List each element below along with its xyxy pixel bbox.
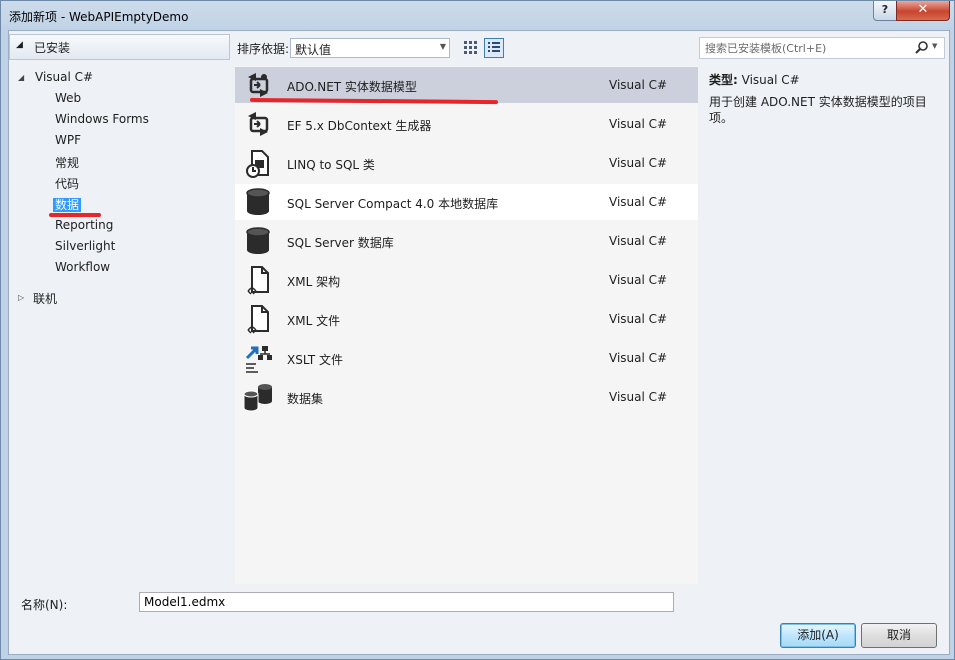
search-options-chevron-icon[interactable]: ▼ [932, 42, 937, 50]
template-item-xml-file[interactable]: XML 文件 Visual C# [235, 301, 698, 337]
template-name: SQL Server Compact 4.0 本地数据库 [287, 197, 499, 211]
sort-dropdown[interactable]: 默认值 ▼ [290, 38, 450, 58]
template-language: Visual C# [609, 195, 668, 209]
sort-toolbar: 排序依据: 默认值 ▼ [235, 35, 699, 61]
installed-header[interactable]: ◢ 已安装 [9, 34, 230, 60]
type-label: 类型: [709, 73, 738, 87]
sort-value: 默认值 [295, 43, 332, 57]
template-list: ADO.NET 实体数据模型 Visual C# EF 5.x DbContex… [235, 66, 698, 584]
title-bar: 添加新项 - WebAPIEmptyDemo ? ✕ [1, 1, 954, 29]
details-pane: 类型: Visual C# 用于创建 ADO.NET 实体数据模型的项目项。 [709, 71, 937, 126]
installed-label: 已安装 [34, 41, 71, 55]
template-language: Visual C# [609, 273, 668, 287]
search-box[interactable]: ▼ [699, 37, 945, 59]
details-view-button[interactable] [484, 38, 504, 58]
template-item-xslt-file[interactable]: XSLT 文件 Visual C# [235, 340, 698, 376]
add-button[interactable]: 添加(A) [780, 623, 856, 648]
template-name: ADO.NET 实体数据模型 [287, 80, 417, 94]
type-value: Visual C# [741, 73, 800, 87]
dbcontext-generator-icon [248, 112, 269, 136]
template-item-dataset[interactable]: 数据集 Visual C# [235, 379, 698, 415]
template-item-ef-dbcontext[interactable]: EF 5.x DbContext 生成器 Visual C# [235, 106, 698, 142]
category-tree: ◢ Visual C# Web Windows Forms WPF 常规 代码 … [18, 70, 149, 306]
name-input[interactable] [139, 592, 674, 612]
sort-label: 排序依据: [237, 42, 290, 56]
xml-schema-icon [247, 266, 269, 295]
template-name: XML 架构 [287, 275, 341, 289]
grid-view-icon [464, 41, 477, 54]
entity-model-icon [248, 73, 269, 97]
name-label: 名称(N): [21, 598, 68, 612]
template-item-sql-server-db[interactable]: SQL Server 数据库 Visual C# [235, 223, 698, 259]
small-icons-view-button[interactable] [461, 38, 479, 56]
tree-item-silverlight[interactable]: Silverlight [55, 239, 115, 253]
tree-item-workflow[interactable]: Workflow [55, 260, 110, 274]
database-icon [246, 188, 270, 215]
template-language: Visual C# [609, 390, 668, 404]
details-type: 类型: Visual C# [709, 71, 937, 88]
expanded-arrow-icon: ◢ [18, 73, 25, 82]
tree-item-data-label: 数据 [53, 198, 82, 212]
red-underline-annotation [49, 213, 101, 217]
linq-to-sql-icon [246, 150, 269, 178]
template-item-xml-schema[interactable]: XML 架构 Visual C# [235, 262, 698, 298]
add-new-item-dialog: 添加新项 - WebAPIEmptyDemo ? ✕ ◢ 已安装 ◢ Visua… [0, 0, 955, 660]
template-name: XSLT 文件 [287, 353, 344, 367]
collapse-triangle-icon: ◢ [16, 40, 23, 50]
template-name: XML 文件 [287, 314, 341, 328]
template-language: Visual C# [609, 117, 668, 131]
tree-item-general[interactable]: 常规 [55, 154, 79, 171]
tree-item-wpf[interactable]: WPF [55, 133, 81, 147]
dataset-icon [243, 384, 272, 412]
help-button[interactable]: ? [873, 1, 897, 21]
tree-item-data[interactable]: 数据 [53, 196, 82, 213]
template-name: SQL Server 数据库 [287, 236, 394, 250]
cancel-button[interactable]: 取消 [861, 623, 937, 648]
template-name: LINQ to SQL 类 [287, 158, 375, 172]
database-icon [246, 227, 270, 254]
window-title: 添加新项 - WebAPIEmptyDemo [9, 10, 189, 24]
chevron-down-icon: ▼ [439, 42, 446, 51]
template-language: Visual C# [609, 312, 668, 326]
search-icon[interactable] [915, 40, 929, 54]
details-description: 用于创建 ADO.NET 实体数据模型的项目项。 [709, 95, 927, 125]
template-language: Visual C# [609, 234, 668, 248]
template-name: 数据集 [287, 392, 324, 406]
template-language: Visual C# [609, 351, 668, 365]
tree-item-code[interactable]: 代码 [55, 175, 79, 192]
xslt-file-icon [245, 346, 272, 373]
tree-item-web[interactable]: Web [55, 91, 81, 105]
template-item-linq-to-sql[interactable]: LINQ to SQL 类 Visual C# [235, 145, 698, 181]
tree-item-reporting[interactable]: Reporting [55, 218, 113, 232]
list-view-icon [488, 42, 500, 52]
search-input[interactable] [703, 39, 912, 57]
close-button[interactable]: ✕ [896, 1, 950, 21]
template-language: Visual C# [609, 156, 668, 170]
tree-item-windows-forms[interactable]: Windows Forms [55, 112, 149, 126]
template-name: EF 5.x DbContext 生成器 [287, 119, 432, 133]
template-item-sql-compact[interactable]: SQL Server Compact 4.0 本地数据库 Visual C# [235, 184, 698, 220]
xml-file-icon [247, 305, 269, 334]
template-language: Visual C# [609, 78, 668, 92]
collapsed-arrow-icon: ▷ [18, 293, 25, 302]
dialog-client-area: ◢ 已安装 ◢ Visual C# Web Windows Forms WPF … [8, 30, 950, 655]
